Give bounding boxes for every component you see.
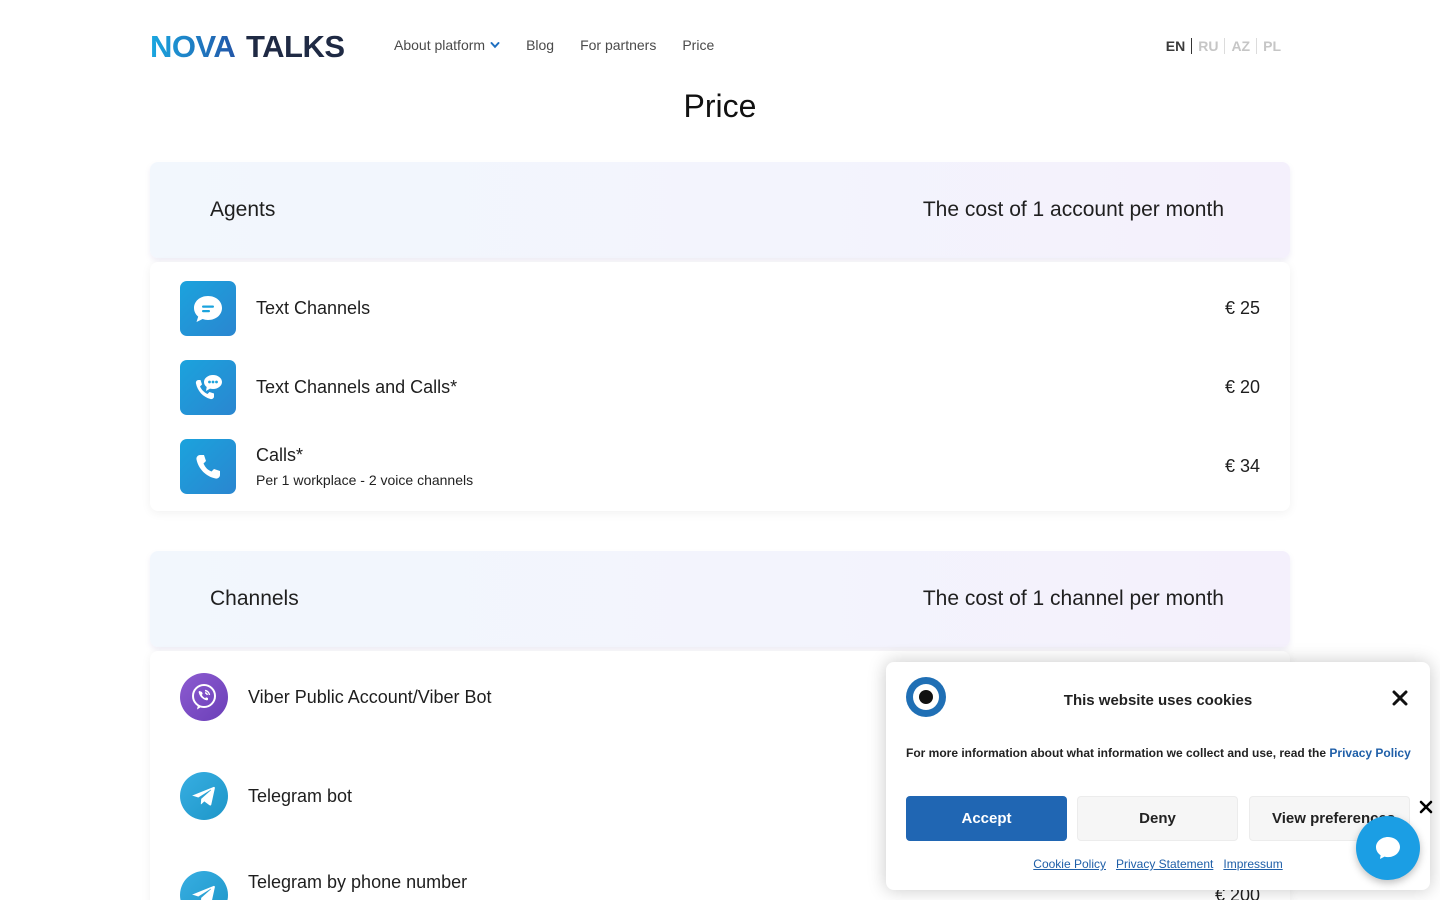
row-name: Telegram bot	[248, 785, 353, 806]
logo-wordmark: NOVA TALKS	[150, 30, 345, 60]
main-nav: About platform Blog For partners Price	[394, 37, 714, 53]
row-price: € 34	[1224, 456, 1260, 476]
lang-ru[interactable]: RU	[1191, 38, 1224, 54]
svg-text:NOVA: NOVA	[150, 30, 235, 60]
nav-about-platform[interactable]: About platform	[394, 37, 500, 53]
cookie-policy-link[interactable]: Cookie Policy	[1033, 857, 1106, 871]
language-switcher: EN RU AZ PL	[1160, 38, 1287, 54]
privacy-policy-link[interactable]: Privacy Policy	[1329, 746, 1410, 760]
impressum-link[interactable]: Impressum	[1223, 857, 1282, 871]
phone-icon	[180, 439, 236, 494]
channels-title: Channels	[210, 587, 299, 610]
row-name: Viber Public Account/Viber Bot	[248, 686, 492, 707]
nav-blog[interactable]: Blog	[526, 37, 554, 53]
telegram-icon	[180, 772, 228, 820]
agents-cost-label: The cost of 1 account per month	[922, 198, 1224, 221]
list-item: Text Channels € 25	[180, 281, 1260, 336]
agents-title: Agents	[210, 198, 276, 221]
close-icon[interactable]	[1390, 688, 1410, 708]
nav-price[interactable]: Price	[682, 37, 714, 53]
site-header: NOVA TALKS About platform Blog For partn…	[0, 0, 1440, 90]
nav-blog-label: Blog	[526, 37, 555, 53]
chat-icon	[1376, 837, 1400, 859]
accept-button[interactable]: Accept	[906, 796, 1067, 841]
row-name: Text Channels and Calls*	[256, 377, 458, 397]
list-item: Text Channels and Calls* € 20	[180, 360, 1260, 415]
nav-about-platform-label: About platform	[394, 37, 486, 53]
cookie-title: This website uses cookies	[1063, 692, 1253, 709]
row-price: € 25	[1224, 298, 1260, 318]
privacy-statement-link[interactable]: Privacy Statement	[1116, 857, 1213, 871]
deny-button[interactable]: Deny	[1077, 796, 1238, 841]
viber-icon	[180, 673, 228, 721]
novatalks-logo[interactable]: NOVA TALKS	[150, 30, 354, 60]
chat-widget-button[interactable]	[1356, 816, 1420, 880]
row-name: Calls*	[256, 445, 304, 465]
lang-pl[interactable]: PL	[1256, 38, 1287, 54]
nav-for-partners-label: For partners	[580, 37, 657, 53]
chat-bubble-icon	[180, 281, 236, 336]
cookie-links: Cookie Policy Privacy Statement Impressu…	[886, 857, 1430, 871]
channels-header: Channels The cost of 1 channel per month	[150, 551, 1290, 647]
row-price: € 20	[1224, 377, 1260, 397]
agents-header: Agents The cost of 1 account per month	[150, 162, 1290, 258]
phone-chat-icon	[180, 360, 236, 415]
chevron-down-icon	[490, 42, 500, 49]
lang-en[interactable]: EN	[1160, 38, 1191, 54]
row-name: Text Channels	[256, 298, 371, 318]
cookie-text-body: For more information about what informat…	[906, 746, 1330, 760]
svg-text:TALKS: TALKS	[246, 30, 345, 60]
channels-cost-label: The cost of 1 channel per month	[922, 587, 1224, 610]
cookie-banner: This website uses cookies For more infor…	[886, 662, 1430, 890]
nav-price-label: Price	[682, 37, 715, 53]
telegram-icon	[180, 871, 228, 900]
row-subtitle: Per 1 workplace - 2 voice channels	[256, 472, 474, 488]
chat-close-icon[interactable]	[1419, 800, 1433, 814]
list-item: Calls* Per 1 workplace - 2 voice channel…	[180, 439, 1260, 494]
nav-for-partners[interactable]: For partners	[580, 37, 656, 53]
lang-az[interactable]: AZ	[1224, 38, 1256, 54]
cookie-text: For more information about what informat…	[906, 746, 1411, 760]
row-name: Telegram by phone number	[248, 871, 468, 892]
agents-list: Text Channels € 25 Text Channels and Cal…	[150, 262, 1290, 511]
page-title: Price	[683, 88, 757, 124]
